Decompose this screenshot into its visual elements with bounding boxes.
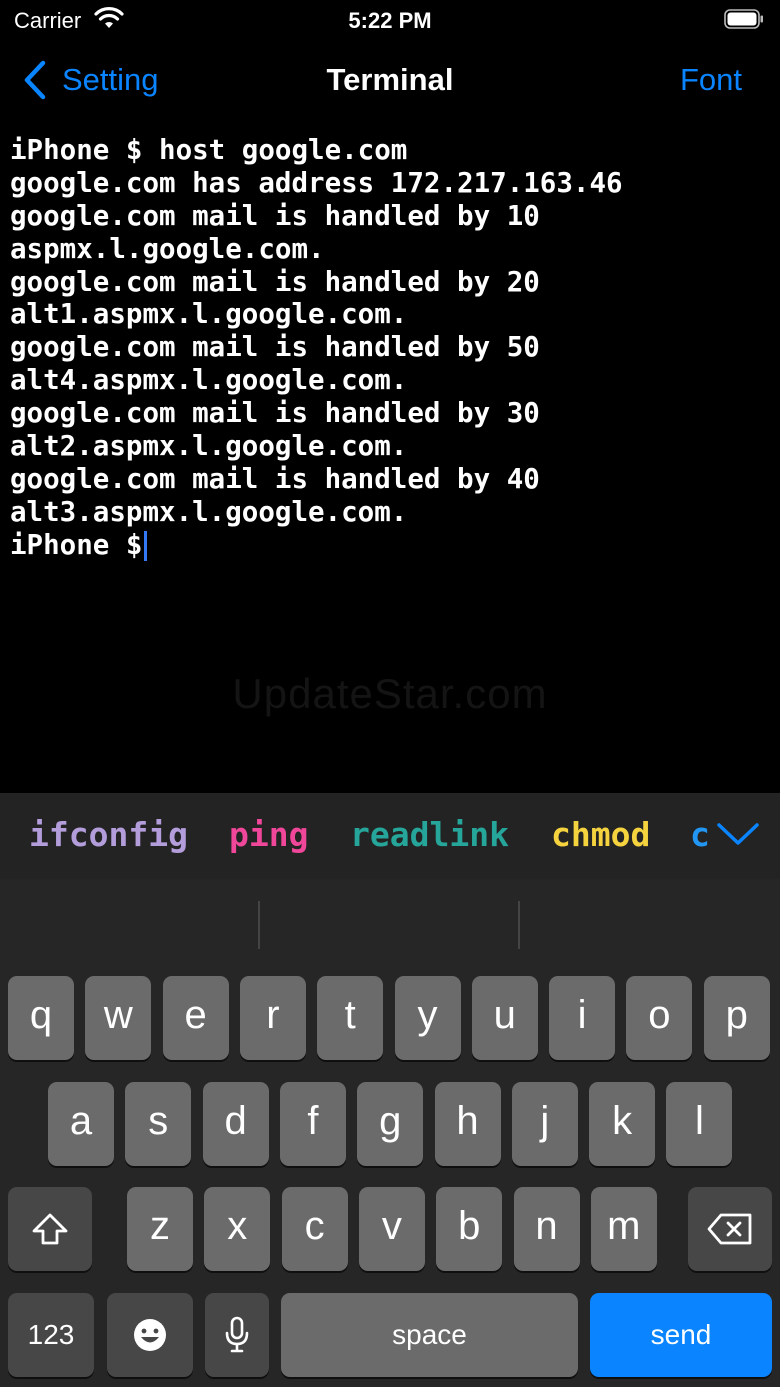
page-title: Terminal — [326, 62, 454, 97]
key-n[interactable]: n — [513, 1187, 580, 1271]
key-i[interactable]: i — [549, 976, 616, 1060]
terminal-line: alt4.aspmx.l.google.com. — [10, 364, 408, 397]
dictation-key[interactable] — [205, 1293, 269, 1377]
font-button[interactable]: Font — [680, 62, 742, 98]
terminal-line: google.com has address 172.217.163.46 — [10, 166, 623, 199]
terminal-line: google.com mail is handled by 30 — [10, 397, 540, 430]
key-o[interactable]: o — [626, 976, 693, 1060]
numbers-key[interactable]: 123 — [8, 1293, 94, 1377]
terminal-line: alt2.aspmx.l.google.com. — [10, 430, 408, 463]
shift-key[interactable] — [8, 1187, 92, 1271]
terminal-prompt-line[interactable]: iPhone $ — [10, 529, 770, 562]
key-h[interactable]: h — [434, 1082, 501, 1166]
key-t[interactable]: t — [317, 976, 384, 1060]
status-time: 5:22 PM — [348, 8, 432, 33]
key-r[interactable]: r — [239, 976, 306, 1060]
key-x[interactable]: x — [204, 1187, 271, 1271]
key-f[interactable]: f — [279, 1082, 346, 1166]
command-suggestion-bar: c chmod readlink ping ifconfig — [0, 793, 780, 879]
chevron-down-icon[interactable] — [716, 819, 760, 849]
terminal-line: alt3.aspmx.l.google.com. — [10, 495, 408, 528]
status-bar: Carrier 5:22 PM — [0, 0, 780, 40]
key-s[interactable]: s — [125, 1082, 192, 1166]
key-d[interactable]: d — [202, 1082, 269, 1166]
key-y[interactable]: y — [394, 976, 461, 1060]
navigation-bar: Setting Terminal Font — [0, 52, 780, 108]
key-m[interactable]: m — [590, 1187, 657, 1271]
send-key[interactable]: send — [590, 1293, 772, 1377]
key-k[interactable]: k — [589, 1082, 656, 1166]
command-suggestion-ifconfig[interactable]: ifconfig — [29, 815, 188, 854]
delete-key[interactable] — [688, 1187, 772, 1271]
terminal-line: google.com mail is handled by 50 — [10, 331, 540, 364]
command-suggestion-chmod[interactable]: chmod — [551, 815, 650, 854]
key-u[interactable]: u — [471, 976, 538, 1060]
watermark: UpdateStar.com — [232, 670, 548, 717]
key-l[interactable]: l — [666, 1082, 733, 1166]
key-w[interactable]: w — [85, 976, 152, 1060]
terminal-line: google.com mail is handled by 40 — [10, 462, 540, 495]
command-suggestion-c[interactable]: c — [690, 815, 710, 854]
key-g[interactable]: g — [357, 1082, 424, 1166]
battery-icon — [724, 9, 763, 29]
key-v[interactable]: v — [358, 1187, 425, 1271]
key-b[interactable]: b — [436, 1187, 503, 1271]
key-a[interactable]: a — [48, 1082, 114, 1166]
emoji-icon — [134, 1319, 166, 1351]
terminal-line: google.com mail is handled by 10 — [10, 199, 540, 232]
predictive-divider — [518, 901, 520, 949]
space-key[interactable]: space — [281, 1293, 578, 1377]
predictive-text-bar — [0, 879, 780, 975]
emoji-key[interactable] — [107, 1293, 193, 1377]
terminal-prompt: iPhone $ — [10, 528, 143, 561]
command-suggestion-ping[interactable]: ping — [229, 815, 308, 854]
terminal-line: iPhone $ host google.com — [10, 134, 408, 166]
terminal-line: aspmx.l.google.com. — [10, 232, 325, 265]
delete-backward-icon — [707, 1213, 752, 1245]
microphone-icon — [225, 1316, 249, 1353]
command-suggestion-readlink[interactable]: readlink — [350, 815, 509, 854]
key-e[interactable]: e — [162, 976, 229, 1060]
key-p[interactable]: p — [703, 976, 770, 1060]
key-j[interactable]: j — [511, 1082, 578, 1166]
key-z[interactable]: z — [127, 1187, 193, 1271]
key-c[interactable]: c — [281, 1187, 348, 1271]
shift-icon — [32, 1213, 68, 1245]
terminal-line: google.com mail is handled by 20 — [10, 265, 540, 298]
key-q[interactable]: q — [8, 976, 74, 1060]
terminal-output[interactable]: iPhone $ host google.com google.com has a… — [10, 134, 770, 562]
text-cursor — [144, 530, 148, 561]
predictive-divider — [258, 901, 260, 949]
terminal-line: alt1.aspmx.l.google.com. — [10, 298, 408, 331]
